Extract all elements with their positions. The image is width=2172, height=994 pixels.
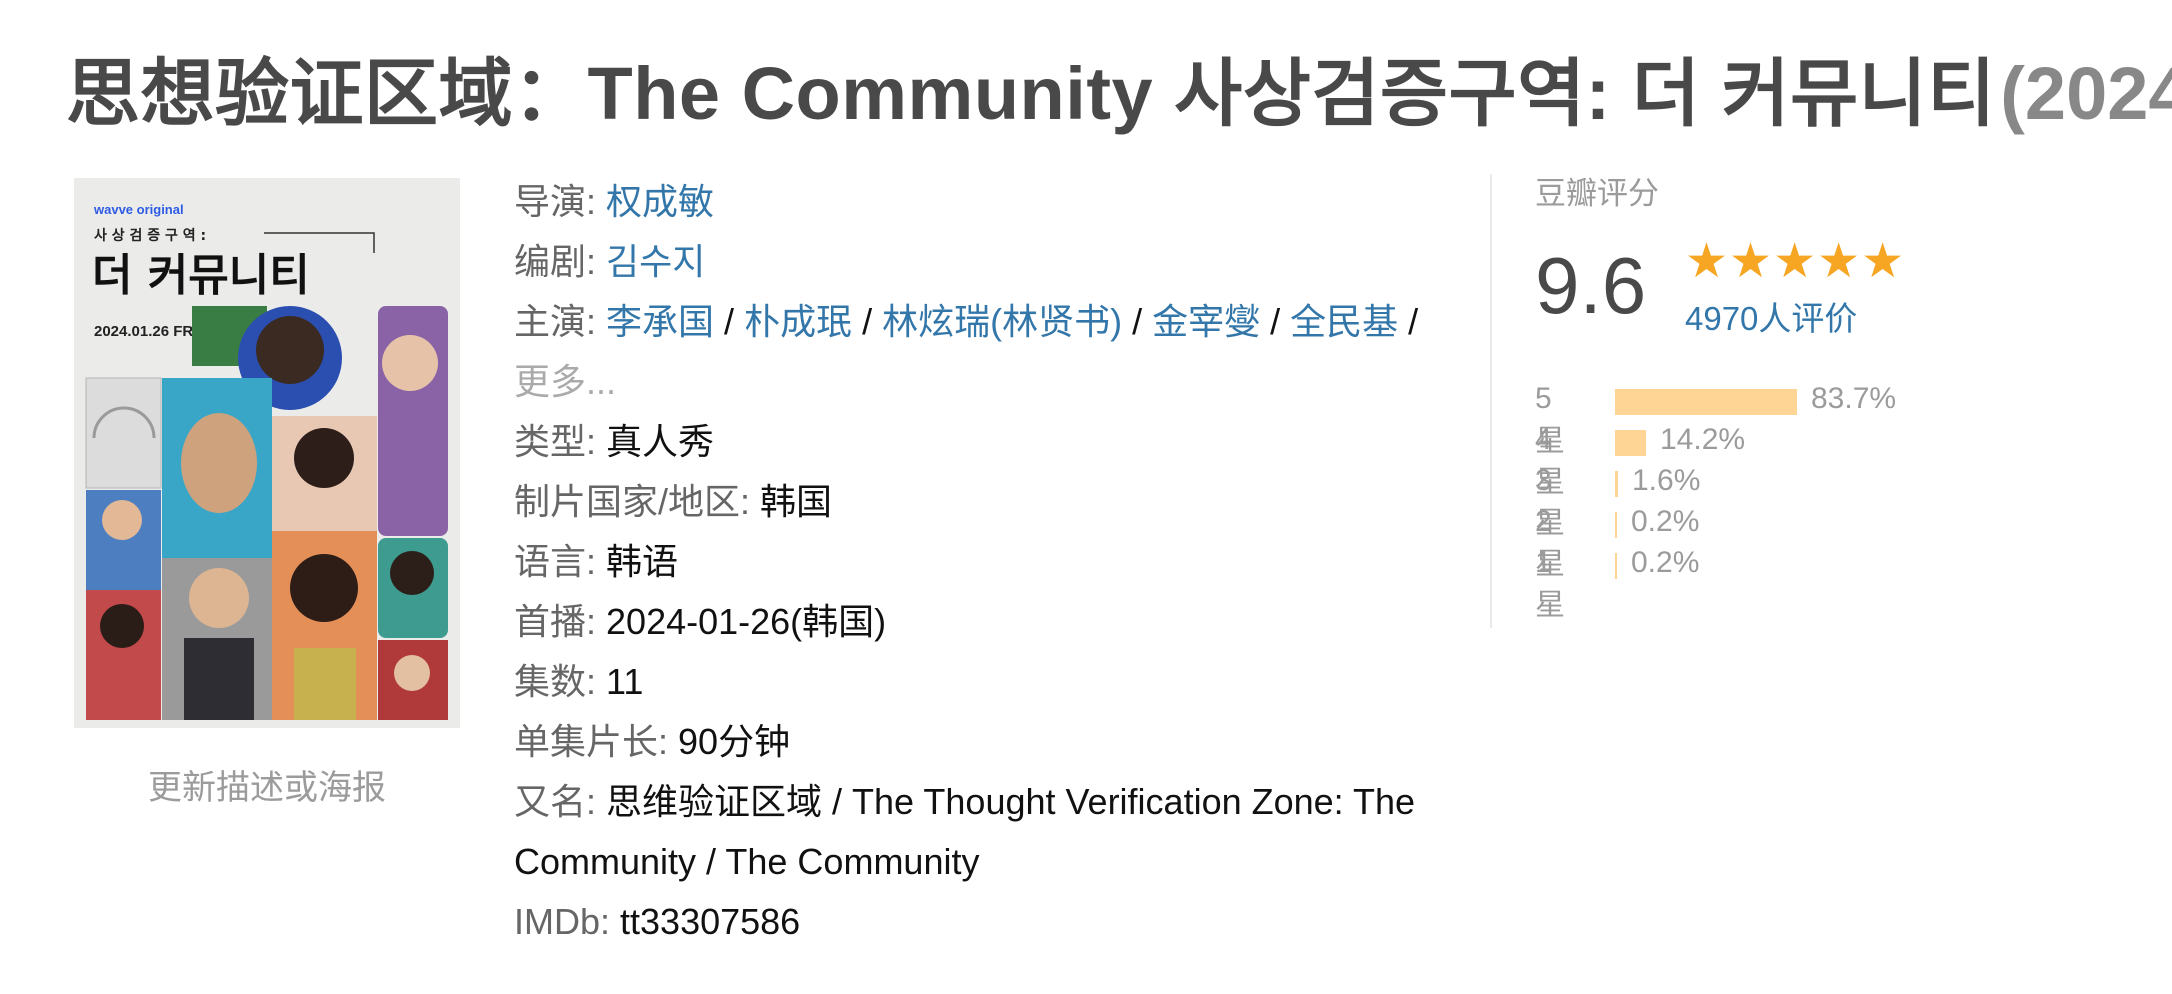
imdb-value: tt33307586 [620,901,801,942]
star-icon: ★ [1861,235,1905,288]
genre-label: 类型: [514,421,597,462]
section-divider [1490,174,1492,628]
country-label: 制片国家/地区: [514,481,751,522]
writer-link[interactable]: 김수지 [606,241,705,282]
language-value: 韩语 [606,541,679,582]
cast-row: 主演: 李承国 / 朴成珉 / 林炫瑞(林贤书) / 金宰燮 / 全民基 / [514,301,1419,342]
cast-link[interactable]: 全民基 [1290,301,1398,342]
language-label: 语言: [514,541,597,582]
writer-row: 编剧: 김수지 [514,232,1454,292]
poster-image[interactable]: wavve original 사 상 검 증 구 역 : 더 커뮤니티 2024… [74,178,460,728]
episodes-row: 集数: 11 [514,652,1454,712]
rating-bar [1615,430,1646,456]
rating-stars: ★★★★★ [1685,238,1905,286]
rating-bar-percent: 14.2% [1660,423,1746,456]
star-icon: ★ [1729,235,1773,288]
imdb-row: IMDb: tt33307586 [514,892,1454,952]
country-value: 韩国 [760,481,833,522]
cast-label: 主演: [514,301,597,342]
genre-row: 类型: 真人秀 [514,412,1454,472]
rating-bar-percent: 0.2% [1631,546,1700,579]
imdb-label: IMDb: [514,901,611,942]
runtime-label: 单集片长: [514,721,669,762]
cast-link[interactable]: 李承国 [606,301,714,342]
rating-score: 9.6 [1535,241,1647,330]
more-row: 更多... [514,352,1454,412]
star-icon: ★ [1817,235,1861,288]
poster-title: 더 커뮤니티 [92,250,310,301]
premiere-row: 首播: 2024-01-26(韩国) [514,592,1454,652]
rating-panel: 豆瓣评分 9.6 ★★★★★ 4970人评价 5星 83.7% 4星 14.2%… [1535,168,2145,622]
cast-link[interactable]: 朴成珉 [744,301,852,342]
rating-label: 豆瓣评分 [1535,176,1659,211]
page-title: 思想验证区域：The Community 사상검증구역: 더 커뮤니티 [66,52,1996,135]
director-row: 导演: 权成敏 [514,172,1454,232]
episodes-label: 集数: [514,661,597,702]
more-cast-link[interactable]: 更多... [514,361,616,402]
premiere-value: 2024-01-26(韩国) [606,601,887,642]
cast-link[interactable]: 金宰燮 [1152,301,1260,342]
rating-bar-percent: 83.7% [1811,382,1897,415]
poster-brand: wavve original [93,202,184,217]
director-label: 导演: [514,181,597,222]
director-link[interactable]: 权成敏 [606,181,714,222]
premiere-label: 首播: [514,601,597,642]
writer-label: 编剧: [514,241,597,282]
runtime-row: 单集片长: 90分钟 [514,712,1454,772]
star-icon: ★ [1685,235,1729,288]
poster-subtitle: 사 상 검 증 구 역 : [94,227,206,244]
cast-link[interactable]: 林炫瑞(林贤书) [882,301,1122,342]
language-row: 语言: 韩语 [514,532,1454,592]
aka-value: 思维验证区域 / The Thought Verification Zone: … [514,781,1416,882]
aka-label: 又名: [514,781,597,822]
runtime-value: 90分钟 [678,721,791,762]
rating-bar-percent: 1.6% [1632,464,1701,497]
genre-value: 真人秀 [606,421,715,462]
rating-bar-percent: 0.2% [1631,505,1700,538]
poster-date: 2024.01.26 FRI. [94,323,202,340]
rating-bar [1615,512,1617,538]
aka-row: 又名: 思维验证区域 / The Thought Verification Zo… [514,772,1454,892]
rating-bar-label: 1星 [1535,546,1565,622]
episodes-value: 11 [606,661,644,702]
page-title-row: 思想验证区域：The Community 사상검증구역: 더 커뮤니티 (202… [66,34,2172,141]
rating-bar [1615,389,1797,415]
rating-bar [1615,471,1618,497]
rating-votes-link[interactable]: 4970人评价 [1685,292,1857,340]
country-row: 制片国家/地区: 韩国 [514,472,1454,532]
release-year: (2024) [2000,52,2172,135]
star-icon: ★ [1773,235,1817,288]
movie-info: 导演: 权成敏 编剧: 김수지 主演: 李承国 / 朴成珉 / 林炫瑞(林贤书)… [514,172,1454,952]
update-poster-link[interactable]: 更新描述或海报 [148,760,386,809]
rating-bar [1615,553,1617,579]
